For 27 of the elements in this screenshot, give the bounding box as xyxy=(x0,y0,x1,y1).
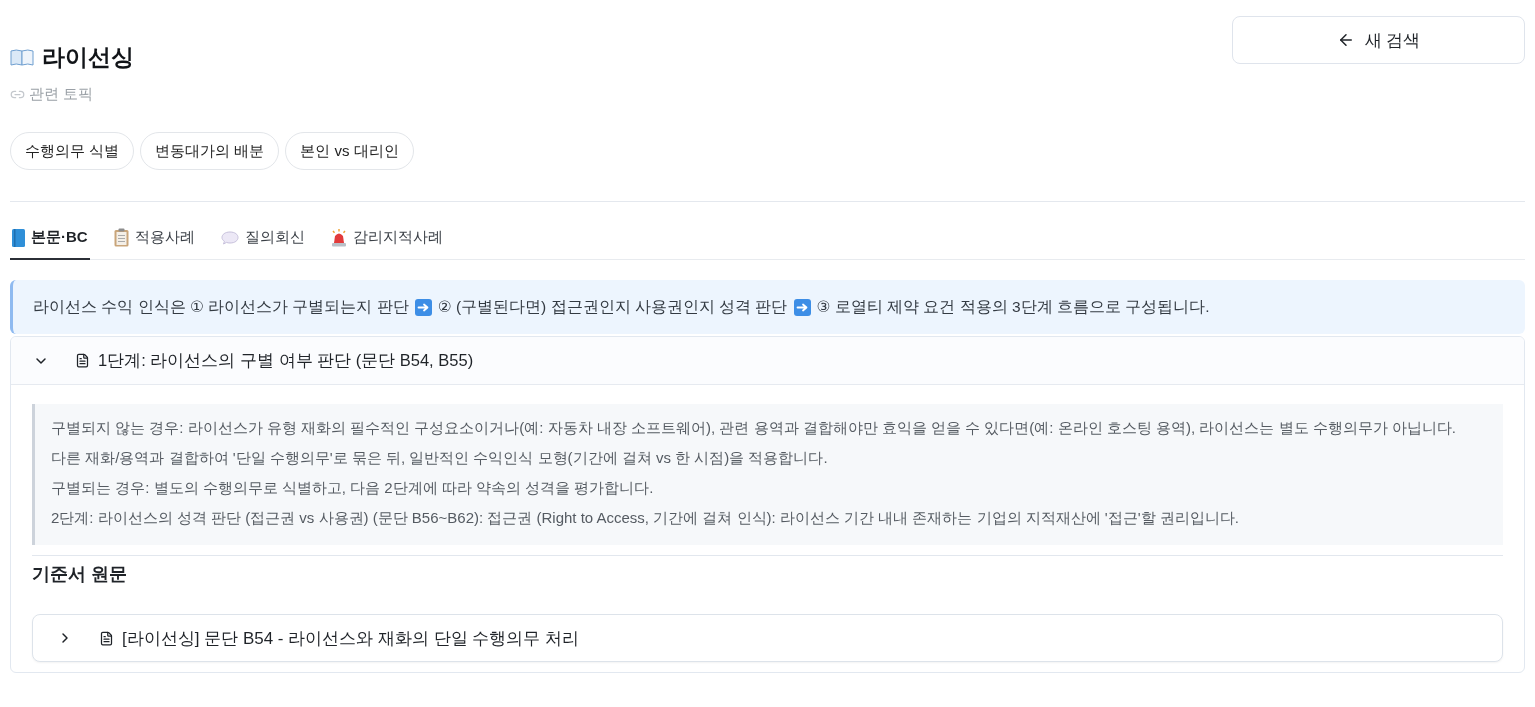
topic-chip[interactable]: 수행의무 식별 xyxy=(10,132,135,170)
tab[interactable]: 질의회신 xyxy=(218,217,307,260)
quote-text: 2단계: 라이선스의 성격 판단 (접근권 vs 사용권) (문단 B56~B62): 접근권 (Right to Access, 기간에 걸쳐 인식): 라이선스 기간 내내 존재하는 기업의 지적재산에 '접근'할 권리입니다. xyxy=(51,508,1240,528)
page-title: 라이선싱 xyxy=(42,43,134,71)
tab[interactable]: 적용사례 xyxy=(111,217,197,260)
book-icon xyxy=(12,228,25,247)
document-icon xyxy=(99,630,114,646)
document-icon xyxy=(75,353,90,368)
source-expander[interactable]: [라이선싱] 문단 B54 - 라이선스와 재화의 단일 수행의무 처리 xyxy=(32,614,1503,662)
clipboard-icon xyxy=(113,228,129,247)
topic-chip[interactable]: 변동대가의 배분 xyxy=(140,132,280,170)
tab[interactable]: 감리지적사례 xyxy=(328,217,445,260)
quote-text: 다른 재화/용역과 결합하여 '단일 수행의무'로 묶은 뒤, 일반적인 수익인식 모형(기간에 걸쳐 vs 한 시점)을 적용합니다. xyxy=(51,448,829,468)
topic-chip[interactable]: 본인 vs 대리인 xyxy=(285,132,414,170)
siren-icon xyxy=(330,228,347,247)
expander-header[interactable]: 1단계: 라이선스의 구별 여부 판단 (문단 B54, B55) xyxy=(11,337,1524,385)
speech-bubble-icon xyxy=(220,230,239,245)
summary-text: 라이선스 수익 인식은 ① 라이선스가 구별되는지 판단 xyxy=(33,296,409,317)
summary-text: ② (구별된다면) 접근권인지 사용권인지 성격 판단 xyxy=(437,296,788,317)
quote-text: 구별되는 경우: 별도의 수행의무로 식별하고, 다음 2단계에 따라 약속의 성격을 평가합니다. xyxy=(51,478,655,498)
quote-text: 구별되지 않는 경우: 라이선스가 유형 재화의 필수적인 구성요소이거나(예: 자동차 내장 소프트웨어), 관련 용역과 결합해야만 효익을 얻을 수 있다면(예: 온라인 호스팅 용역), 라이선스는 별도 수행의무가 아닙니다. xyxy=(51,418,1457,438)
section-heading: 기준서 원문 xyxy=(32,563,128,586)
open-book-icon xyxy=(10,48,34,66)
tab[interactable]: 본문·BC xyxy=(10,217,90,260)
summary-text: ③ 로열티 제약 요건 적용의 3단계 흐름으로 구성됩니다. xyxy=(816,296,1210,317)
new-search-button[interactable]: 새 검색 xyxy=(1232,16,1525,64)
related-topics-label: 관련 토픽 xyxy=(29,85,94,104)
